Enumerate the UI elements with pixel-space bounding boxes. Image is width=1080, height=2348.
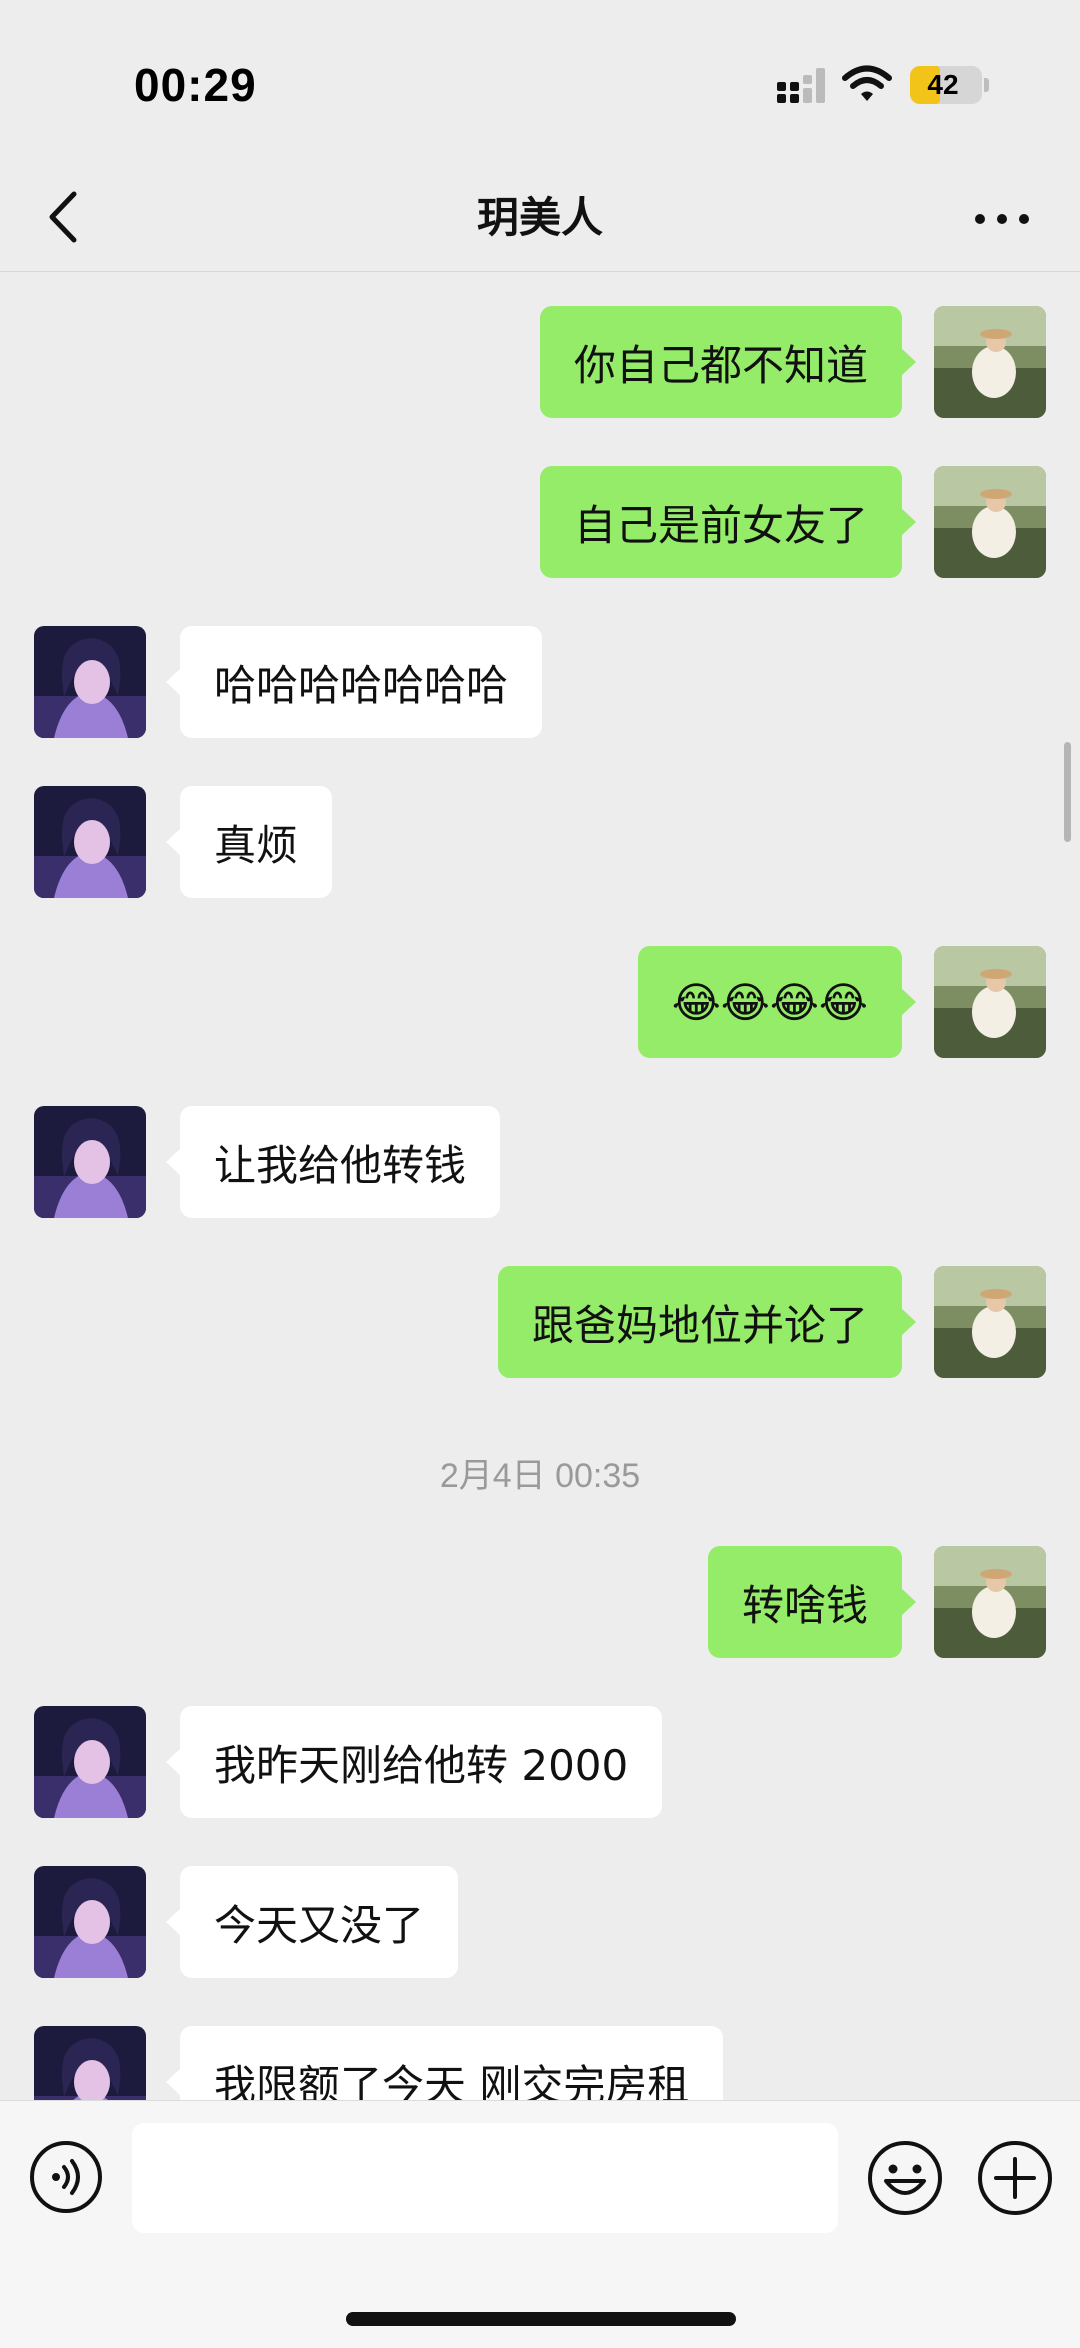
message-text: 转啥钱: [741, 1580, 868, 1630]
message-bubble-received[interactable]: 让我给他转钱: [165, 1106, 501, 1218]
plus-circle-icon[interactable]: [976, 2139, 1054, 2217]
my-avatar[interactable]: [934, 946, 1046, 1058]
scrollbar[interactable]: [1064, 742, 1071, 842]
message-input[interactable]: [132, 2123, 838, 2233]
contact-avatar[interactable]: [34, 626, 146, 738]
emoji-icon[interactable]: [866, 2139, 944, 2217]
my-avatar[interactable]: [934, 1266, 1046, 1378]
message-text: 你自己都不知道: [573, 340, 868, 390]
message-bubble-sent[interactable]: 跟爸妈地位并论了: [497, 1266, 917, 1378]
message-text: 哈哈哈哈哈哈哈: [214, 660, 509, 710]
home-indicator[interactable]: [346, 2312, 736, 2326]
my-avatar[interactable]: [934, 466, 1046, 578]
contact-avatar[interactable]: [34, 1706, 146, 1818]
message-text: 自己是前女友了: [573, 500, 868, 550]
status-time: 00:29: [134, 59, 257, 111]
my-avatar[interactable]: [934, 1546, 1046, 1658]
message-bubble-received[interactable]: 哈哈哈哈哈哈哈: [165, 626, 543, 738]
battery-icon: 42: [910, 66, 982, 104]
message-bubble-sent[interactable]: 自己是前女友了: [539, 466, 917, 578]
contact-avatar[interactable]: [34, 2026, 146, 2100]
message-text: 我昨天刚给他转 2000: [214, 1740, 629, 1790]
message-text: 跟爸妈地位并论了: [531, 1300, 868, 1350]
input-bar: [0, 2100, 1080, 2348]
page-title: 玥美人: [476, 193, 603, 242]
contact-avatar[interactable]: [34, 786, 146, 898]
contact-avatar[interactable]: [34, 1866, 146, 1978]
message-bubble-received[interactable]: 今天又没了: [165, 1866, 459, 1978]
message-bubble-received[interactable]: 真烦: [165, 786, 333, 898]
message-bubble-received[interactable]: 我限额了今天 刚交完房租: [165, 2026, 724, 2101]
cellular-signal-icon: [777, 68, 825, 103]
message-bubble-sent[interactable]: 转啥钱: [707, 1546, 917, 1658]
my-avatar[interactable]: [934, 306, 1046, 418]
battery-level: 42: [927, 69, 959, 100]
message-text: 我限额了今天 刚交完房租: [214, 2060, 690, 2101]
chat-header: 玥美人: [0, 160, 1080, 272]
message-timestamp: 2月4日 00:35: [439, 1457, 641, 1495]
message-list[interactable]: 你自己都不知道 自己是前女友了 哈哈哈哈哈哈哈 真烦 😂😂😂😂 让我给他转钱 跟…: [0, 272, 1080, 2100]
contact-avatar[interactable]: [34, 1106, 146, 1218]
status-bar: 00:29 42: [0, 0, 1080, 160]
voice-icon[interactable]: [28, 2139, 104, 2215]
more-dots-icon[interactable]: [970, 194, 1034, 244]
message-text: 让我给他转钱: [214, 1140, 467, 1190]
message-text: 今天又没了: [214, 1900, 425, 1950]
message-text: 真烦: [214, 820, 299, 870]
message-text: 😂😂😂😂: [671, 977, 868, 1027]
wifi-icon: [842, 65, 892, 101]
message-bubble-sent[interactable]: 你自己都不知道: [539, 306, 917, 418]
message-bubble-received[interactable]: 我昨天刚给他转 2000: [165, 1706, 663, 1818]
message-bubble-sent[interactable]: 😂😂😂😂: [637, 946, 917, 1058]
